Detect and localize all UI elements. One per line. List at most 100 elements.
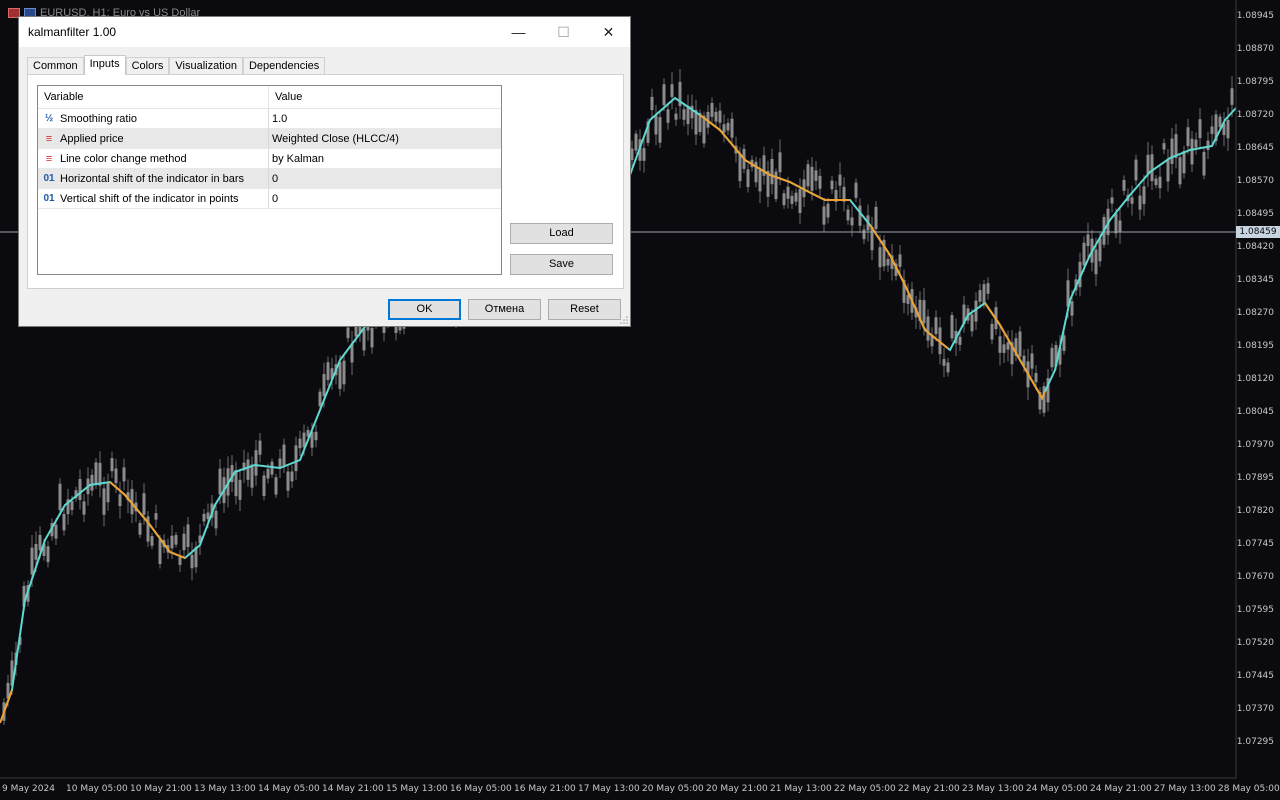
price-tick-label: 1.07520 (1236, 638, 1274, 648)
input-row-applied-price[interactable]: ≡ Applied price Weighted Close (HLCC/4) (38, 129, 501, 149)
candle-body (58, 483, 62, 511)
candle-body (314, 431, 318, 441)
price-tick-label: 1.08345 (1236, 275, 1274, 285)
candle-body (186, 524, 190, 548)
tab-common[interactable]: Common (27, 57, 84, 75)
value-field[interactable]: by Kalman (269, 149, 324, 168)
value-field[interactable]: 0 (269, 169, 278, 188)
candle-body (1190, 138, 1194, 165)
price-tick-label: 1.08720 (1236, 110, 1274, 120)
value-field[interactable]: Weighted Close (HLCC/4) (269, 129, 399, 148)
ok-button[interactable]: OK (388, 299, 461, 320)
minimize-button[interactable]: — (496, 17, 541, 47)
candle-body (1082, 242, 1086, 266)
candle-body (154, 513, 158, 520)
candle-body (266, 468, 270, 479)
candle-body (318, 391, 322, 407)
candle-body (822, 206, 826, 225)
load-button[interactable]: Load (510, 223, 613, 244)
candle-body (142, 493, 146, 515)
price-tick-label: 1.08120 (1236, 374, 1274, 384)
time-tick-label: 27 May 13:00 (1154, 784, 1216, 794)
candle-body (790, 195, 794, 204)
candle-body (54, 524, 58, 539)
input-row-smoothing-ratio[interactable]: ½ Smoothing ratio 1.0 (38, 109, 501, 129)
candle-body (1098, 238, 1102, 262)
input-row-horizontal-shift[interactable]: 01 Horizontal shift of the indicator in b… (38, 169, 501, 189)
candle-body (122, 467, 126, 482)
candle-body (1198, 119, 1202, 139)
candle-body (158, 539, 162, 565)
candle-body (922, 300, 926, 324)
candle-body (322, 374, 326, 397)
candle-body (838, 174, 842, 186)
indicator-properties-dialog: kalmanfilter 1.00 — ☐ ✕ Common Inputs Co… (18, 16, 631, 327)
time-tick-label: 23 May 13:00 (962, 784, 1024, 794)
maximize-button[interactable]: ☐ (541, 17, 586, 47)
price-tick-label: 1.07745 (1236, 539, 1274, 549)
candle-body (1122, 179, 1126, 191)
candle-body (70, 501, 74, 511)
candle-body (778, 152, 782, 173)
time-tick-label: 20 May 21:00 (706, 784, 768, 794)
price-tick-label: 1.08495 (1236, 209, 1274, 219)
input-row-line-color-method[interactable]: ≡ Line color change method by Kalman (38, 149, 501, 169)
candle-body (102, 488, 106, 515)
column-header-value[interactable]: Value (269, 86, 302, 108)
tab-inputs[interactable]: Inputs (83, 55, 126, 75)
save-button[interactable]: Save (510, 254, 613, 275)
fraction-icon: ½ (44, 113, 54, 124)
candle-body (362, 328, 366, 351)
candle-body (346, 327, 350, 339)
tab-bar: Common Inputs Colors Visualization Depen… (27, 55, 326, 75)
tab-visualization[interactable]: Visualization (169, 57, 243, 75)
candle-body (1210, 126, 1214, 134)
candle-body (1162, 143, 1166, 150)
candle-body (946, 362, 950, 373)
candle-body (106, 482, 110, 503)
column-header-variable[interactable]: Variable (38, 86, 269, 108)
enum-icon: ≡ (45, 132, 53, 145)
candle-body (670, 84, 674, 98)
time-tick-label: 22 May 05:00 (834, 784, 896, 794)
candle-body (1110, 197, 1114, 204)
cancel-button[interactable]: Отмена (468, 299, 541, 320)
candle-body (1002, 344, 1006, 353)
candle-body (294, 445, 298, 472)
candle-body (62, 513, 66, 531)
candle-body (1130, 197, 1134, 204)
price-tick-label: 1.08795 (1236, 77, 1274, 87)
candle-body (174, 535, 178, 545)
candle-body (38, 534, 42, 551)
price-tick-label: 1.07445 (1236, 671, 1274, 681)
value-field[interactable]: 1.0 (269, 109, 287, 128)
value-field[interactable]: 0 (269, 189, 278, 208)
candle-body (666, 109, 670, 123)
candle-body (794, 192, 798, 202)
candle-body (290, 471, 294, 482)
close-button[interactable]: ✕ (586, 17, 631, 47)
variable-name: Horizontal shift of the indicator in bar… (60, 172, 245, 185)
time-tick-label: 9 May 2024 (2, 784, 55, 794)
tab-dependencies[interactable]: Dependencies (242, 57, 326, 75)
resize-grip-icon[interactable] (620, 316, 628, 324)
dialog-title: kalmanfilter 1.00 (28, 25, 117, 39)
candle-body (674, 113, 678, 120)
time-tick-label: 16 May 21:00 (514, 784, 576, 794)
candle-body (1226, 119, 1230, 139)
reset-button[interactable]: Reset (548, 299, 621, 320)
time-tick-label: 14 May 21:00 (322, 784, 384, 794)
price-tick-label: 1.07295 (1236, 737, 1274, 747)
candle-body (274, 477, 278, 495)
input-row-vertical-shift[interactable]: 01 Vertical shift of the indicator in poi… (38, 189, 501, 209)
candle-body (1230, 88, 1234, 105)
candle-body (722, 124, 726, 133)
candle-body (810, 166, 814, 191)
dialog-titlebar[interactable]: kalmanfilter 1.00 — ☐ ✕ (19, 17, 630, 47)
variable-name: Line color change method (60, 152, 187, 165)
tab-colors[interactable]: Colors (125, 57, 170, 75)
candle-body (218, 468, 222, 495)
price-tick-label: 1.08195 (1236, 341, 1274, 351)
candle-body (714, 111, 718, 122)
price-tick-label: 1.08645 (1236, 143, 1274, 153)
